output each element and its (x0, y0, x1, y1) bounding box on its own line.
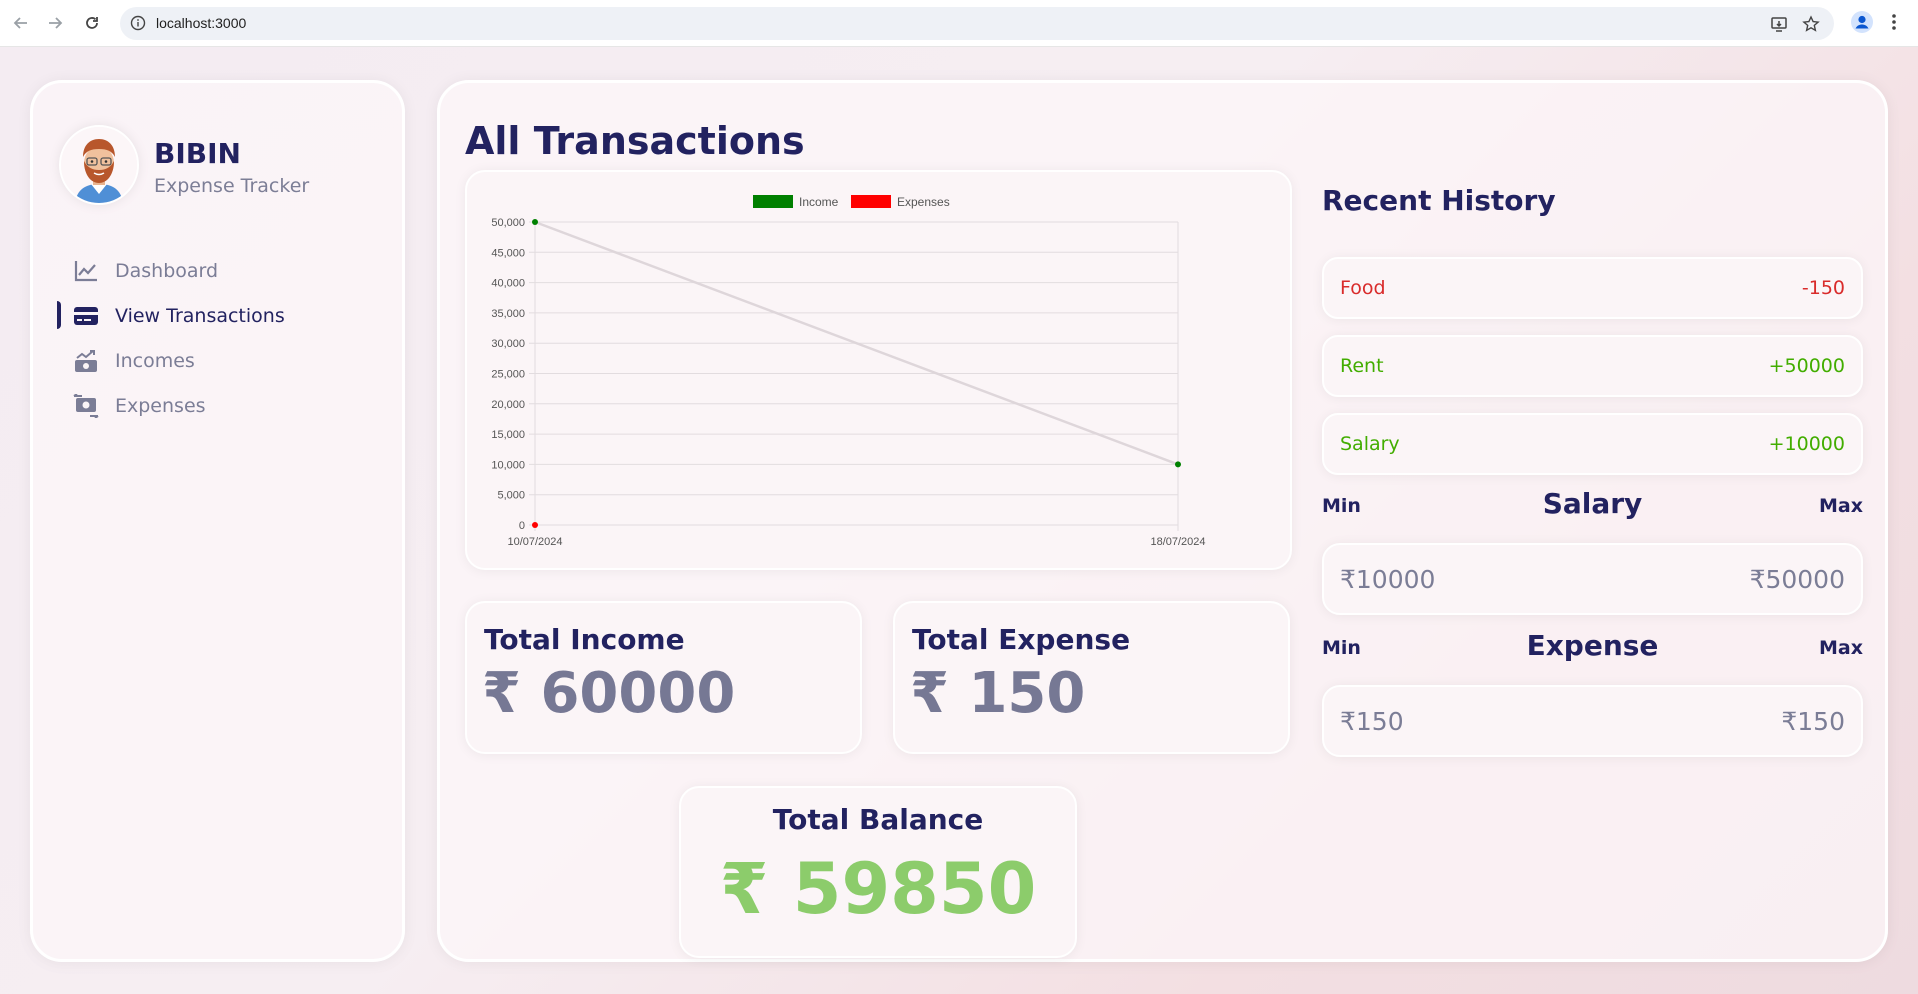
salary-min-value: ₹10000 (1340, 565, 1436, 594)
browser-toolbar: localhost:3000 (0, 0, 1918, 47)
site-info-icon[interactable] (130, 15, 146, 35)
more-menu-icon[interactable] (1890, 10, 1898, 38)
y-tick-label: 40,000 (491, 278, 525, 290)
salary-range-header: Min Salary Max (1322, 485, 1863, 525)
total-expense-value: ₹ 150 (910, 661, 1086, 726)
back-button[interactable] (8, 10, 34, 36)
sidebar-item-label: Dashboard (115, 259, 219, 282)
y-tick-label: 15,000 (491, 429, 525, 441)
expense-max-value: ₹150 (1781, 707, 1845, 736)
y-tick-label: 20,000 (491, 399, 525, 411)
sidebar-item-label: Expenses (115, 394, 206, 417)
legend-label: Income (799, 195, 839, 209)
sidebar-item-label: View Transactions (115, 304, 285, 327)
page-title: All Transactions (465, 119, 805, 163)
history-item-label: Food (1340, 277, 1386, 299)
avatar-illustration (61, 127, 137, 203)
expense-range-title: Expense (1526, 629, 1659, 662)
sidebar-menu: Dashboard View Transactions Incomes Expe… (33, 248, 402, 428)
money-bill-transfer-icon (73, 393, 99, 419)
y-tick-label: 0 (519, 520, 525, 532)
legend-label: Expenses (897, 195, 950, 209)
history-item: Food -150 (1322, 257, 1863, 319)
sidebar-item-expenses[interactable]: Expenses (33, 383, 402, 428)
avatar (59, 125, 139, 205)
y-tick-label: 45,000 (491, 247, 525, 259)
y-tick-label: 5,000 (497, 490, 525, 502)
address-bar[interactable]: localhost:3000 (120, 7, 1834, 40)
salary-range-box: ₹10000 ₹50000 (1322, 543, 1863, 615)
sidebar-item-dashboard[interactable]: Dashboard (33, 248, 402, 293)
salary-max-value: ₹50000 (1749, 565, 1845, 594)
history-item: Salary +10000 (1322, 413, 1863, 475)
profile-icon[interactable] (1850, 10, 1874, 38)
money-bill-trend-icon (73, 348, 99, 374)
total-income-value: ₹ 60000 (482, 661, 736, 726)
chart-svg: 0 5,000 10,000 15,000 20,000 25,000 30,000 35,0… (491, 195, 1206, 548)
history-item-amount: +10000 (1768, 433, 1845, 455)
forward-button[interactable] (42, 10, 68, 36)
history-item: Rent +50000 (1322, 335, 1863, 397)
reload-button[interactable] (79, 10, 105, 36)
total-expense-card: Total Expense ₹ 150 (893, 601, 1290, 754)
sidebar-item-view-transactions[interactable]: View Transactions (33, 293, 402, 338)
history-item-label: Salary (1340, 433, 1400, 455)
data-point (1175, 461, 1181, 468)
sidebar: BIBIN Expense Tracker Dashboard View Tra… (30, 80, 405, 962)
data-point (532, 219, 538, 225)
total-balance-value: ₹ 59850 (719, 848, 1037, 930)
expense-min-value: ₹150 (1340, 707, 1404, 736)
total-balance-card: Total Balance ₹ 59850 (679, 786, 1077, 958)
expense-range-header: Min Expense Max (1322, 627, 1863, 667)
recent-history-title: Recent History (1322, 184, 1556, 217)
salary-range-title: Salary (1542, 487, 1643, 520)
line-chart-icon (73, 258, 99, 284)
sidebar-item-incomes[interactable]: Incomes (33, 338, 402, 383)
history-item-amount: +50000 (1768, 355, 1845, 377)
salary-max-label: Max (1819, 495, 1863, 517)
total-income-card: Total Income ₹ 60000 (465, 601, 862, 754)
arrow-right-icon (49, 17, 63, 29)
sidebar-item-label: Incomes (115, 349, 195, 372)
url-text: localhost:3000 (156, 15, 247, 31)
x-tick-label: 10/07/2024 (507, 536, 562, 548)
reload-icon (86, 17, 98, 29)
history-item-amount: -150 (1801, 277, 1845, 299)
legend-swatch (851, 195, 891, 208)
main-panel: All Transactions 0 5,000 10,000 15,000 20,00… (437, 80, 1888, 962)
y-tick-label: 50,000 (491, 217, 525, 229)
bookmark-star-icon[interactable] (1802, 15, 1820, 37)
user-name: BIBIN (154, 137, 241, 170)
y-tick-label: 35,000 (491, 308, 525, 320)
y-tick-label: 10,000 (491, 459, 525, 471)
credit-card-icon (73, 303, 99, 329)
total-balance-title: Total Balance (772, 803, 984, 836)
y-tick-label: 30,000 (491, 338, 525, 350)
data-point (532, 522, 538, 528)
total-expense-title: Total Expense (912, 623, 1131, 656)
transactions-chart: 0 5,000 10,000 15,000 20,000 25,000 30,000 35,0… (465, 170, 1292, 570)
install-app-icon[interactable] (1770, 15, 1788, 37)
expense-range-box: ₹150 ₹150 (1322, 685, 1863, 757)
user-subtitle: Expense Tracker (154, 175, 310, 197)
total-income-title: Total Income (484, 623, 685, 656)
x-tick-label: 18/07/2024 (1150, 536, 1205, 548)
history-item-label: Rent (1340, 355, 1384, 377)
arrow-left-icon (13, 17, 27, 29)
expense-max-label: Max (1819, 637, 1863, 659)
y-tick-label: 25,000 (491, 369, 525, 381)
legend-swatch (753, 195, 793, 208)
